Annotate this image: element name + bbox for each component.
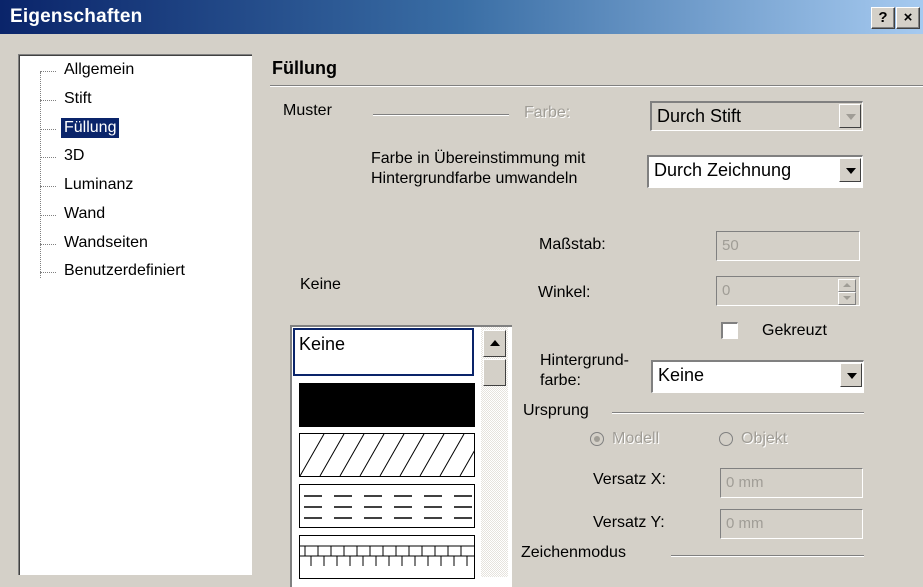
muster-label: Muster bbox=[283, 102, 332, 119]
chevron-down-icon[interactable] bbox=[839, 104, 861, 128]
farbe-value: Durch Stift bbox=[657, 106, 742, 126]
convert-value: Durch Zeichnung bbox=[654, 160, 792, 180]
winkel-spin-up[interactable] bbox=[838, 279, 856, 292]
modell-radio[interactable] bbox=[590, 432, 604, 446]
massstab-value: 50 bbox=[722, 237, 739, 254]
tree-item-label: Benutzerdefiniert bbox=[64, 262, 185, 279]
scroll-thumb[interactable] bbox=[483, 359, 506, 386]
section-title: Füllung bbox=[272, 58, 337, 78]
tree-item-label: 3D bbox=[64, 147, 85, 164]
versatz-y-label: Versatz Y: bbox=[593, 514, 665, 531]
hintergrund-label-line1: Hintergrund- bbox=[540, 352, 629, 369]
zeichenmodus-label: Zeichenmodus bbox=[521, 544, 626, 561]
pattern-name-label: Keine bbox=[300, 276, 341, 293]
close-button[interactable]: × bbox=[896, 7, 920, 29]
tree-item-label: Wand bbox=[64, 205, 106, 222]
scroll-up-button[interactable] bbox=[483, 330, 506, 357]
pattern-item-brick[interactable] bbox=[299, 535, 475, 579]
pattern-item-diagonal-hatch[interactable] bbox=[299, 433, 475, 477]
versatz-x-field[interactable]: 0 mm bbox=[720, 468, 863, 498]
help-button[interactable]: ? bbox=[871, 7, 895, 29]
versatz-y-field[interactable]: 0 mm bbox=[720, 509, 863, 539]
window-title: Eigenschaften bbox=[10, 6, 143, 27]
winkel-label: Winkel: bbox=[538, 284, 591, 301]
farbe-label: Farbe: bbox=[524, 104, 571, 121]
pattern-item-dashed-lines[interactable] bbox=[299, 484, 475, 528]
versatz-x-label: Versatz X: bbox=[593, 471, 666, 488]
convert-label-line2: Hintergrundfarbe umwandeln bbox=[371, 170, 578, 187]
muster-group-line bbox=[373, 114, 509, 116]
pattern-item-none[interactable]: Keine bbox=[293, 328, 474, 376]
pattern-item-solid[interactable] bbox=[299, 383, 475, 427]
farbe-dropdown[interactable]: Durch Stift bbox=[650, 101, 863, 131]
tree-item-label: Stift bbox=[64, 90, 92, 107]
objekt-radio[interactable] bbox=[719, 432, 733, 446]
hintergrund-label-line2: farbe: bbox=[540, 372, 581, 389]
zeichenmodus-group-line bbox=[671, 555, 864, 557]
ursprung-group-line bbox=[612, 412, 864, 414]
category-tree bbox=[18, 54, 252, 575]
versatz-y-value: 0 mm bbox=[726, 515, 764, 532]
winkel-spin-down[interactable] bbox=[838, 292, 856, 305]
gekreuzt-label: Gekreuzt bbox=[762, 322, 827, 339]
tree-connector-line bbox=[40, 72, 41, 278]
tree-item-label: Allgemein bbox=[64, 61, 135, 78]
chevron-down-icon[interactable] bbox=[840, 363, 862, 387]
objekt-label: Objekt bbox=[741, 430, 788, 447]
tree-item-label: Füllung bbox=[59, 117, 121, 139]
ursprung-label: Ursprung bbox=[523, 402, 589, 419]
pattern-item-label: Keine bbox=[299, 334, 346, 354]
hintergrundfarbe-dropdown[interactable]: Keine bbox=[651, 360, 864, 393]
versatz-x-value: 0 mm bbox=[726, 474, 764, 491]
section-separator bbox=[270, 85, 923, 87]
modell-label: Modell bbox=[612, 430, 660, 447]
tree-item-label: Wandseiten bbox=[64, 234, 148, 251]
winkel-value: 0 bbox=[722, 282, 731, 299]
massstab-label: Maßstab: bbox=[539, 236, 606, 253]
gekreuzt-checkbox[interactable] bbox=[721, 322, 738, 339]
convert-label-line1: Farbe in Übereinstimmung mit bbox=[371, 150, 586, 167]
hintergrundfarbe-value: Keine bbox=[658, 365, 705, 385]
tree-item-label: Luminanz bbox=[64, 176, 134, 193]
chevron-down-icon[interactable] bbox=[839, 158, 861, 182]
massstab-field[interactable]: 50 bbox=[716, 231, 860, 261]
convert-dropdown[interactable]: Durch Zeichnung bbox=[647, 155, 863, 188]
